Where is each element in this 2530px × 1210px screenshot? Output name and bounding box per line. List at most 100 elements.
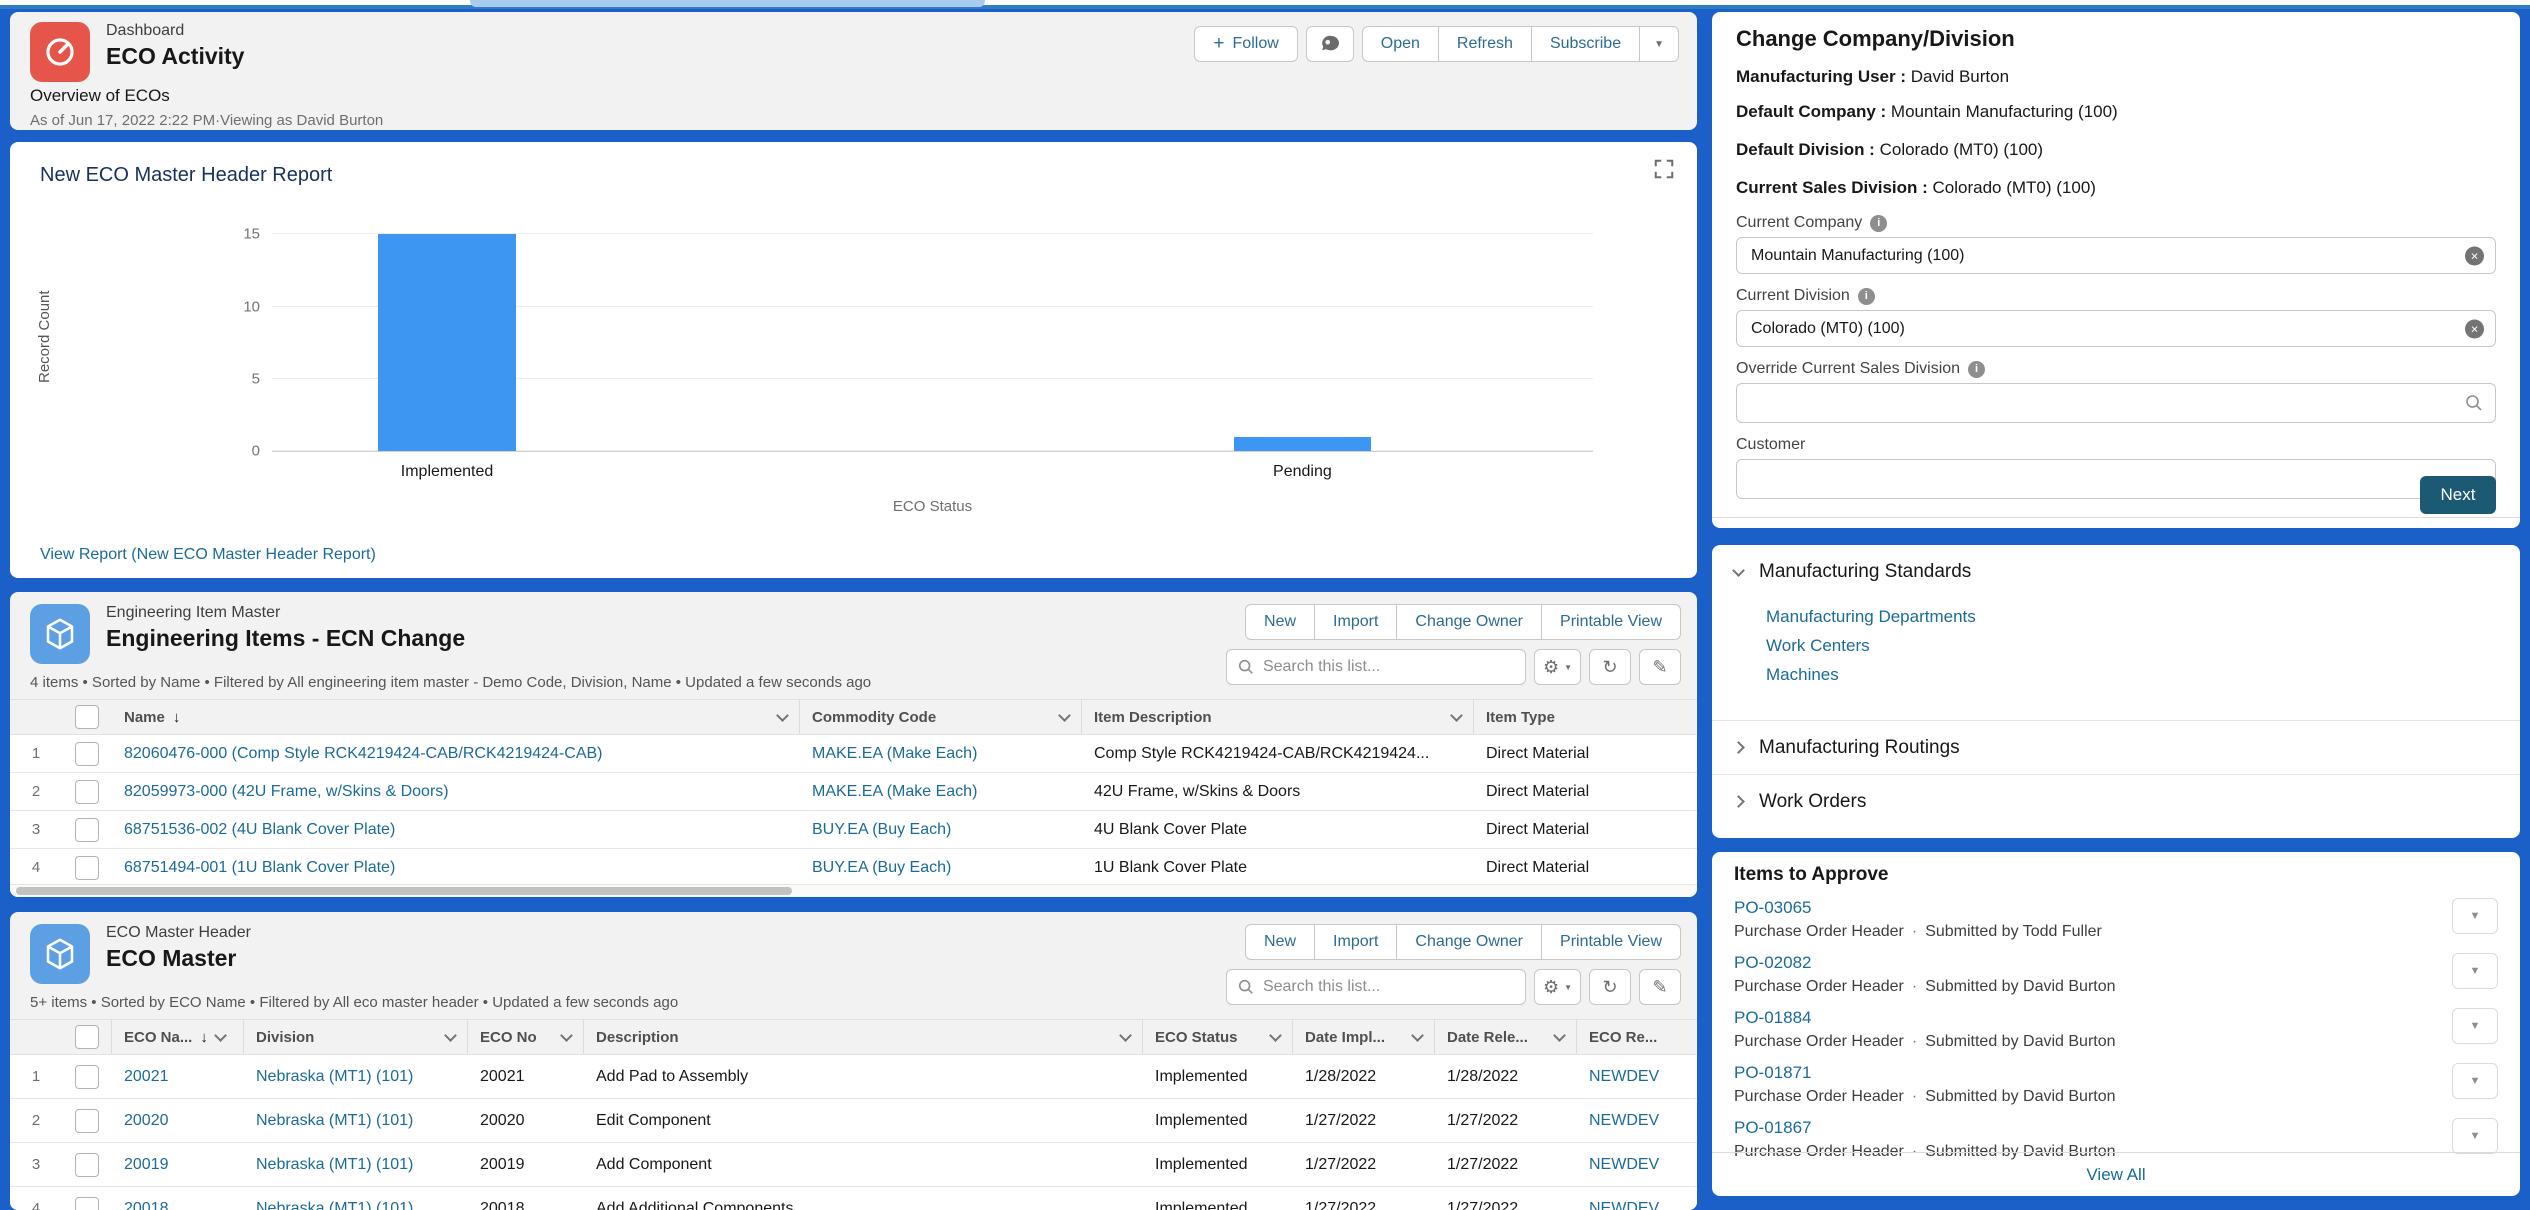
column-header-eco-status[interactable]: ECO Status (1143, 1020, 1293, 1054)
approval-record-link[interactable]: PO-01871 (1734, 1063, 1812, 1082)
column-header-eco-no[interactable]: ECO No (468, 1020, 584, 1054)
list-settings-button[interactable]: ⚙ ▼ (1534, 969, 1581, 1005)
current-division-field[interactable] (1736, 310, 2496, 347)
change-owner-button[interactable]: Change Owner (1397, 924, 1542, 960)
chevron-down-icon[interactable] (1058, 709, 1071, 722)
commodity-link[interactable]: MAKE.EA (Make Each) (812, 745, 977, 762)
commodity-link[interactable]: BUY.EA (Buy Each) (812, 859, 951, 876)
info-icon[interactable]: i (1858, 288, 1875, 305)
bar-implemented[interactable] (378, 234, 517, 451)
eco-reason-link[interactable]: NEWDEV (1589, 1068, 1659, 1085)
current-company-field[interactable] (1736, 237, 2496, 274)
eco-reason-link[interactable]: NEWDEV (1589, 1112, 1659, 1129)
row-checkbox[interactable] (75, 1153, 99, 1177)
column-header-item-type[interactable]: Item Type (1474, 700, 1697, 734)
record-link[interactable]: 20021 (124, 1068, 169, 1085)
column-header-date-implemented[interactable]: Date Impl... (1293, 1020, 1435, 1054)
follow-button[interactable]: +Follow (1194, 26, 1297, 62)
customer-field[interactable] (1736, 459, 2496, 499)
approval-actions-button[interactable]: ▼ (2452, 898, 2498, 934)
scrollbar-thumb[interactable] (16, 887, 792, 895)
chevron-down-icon[interactable] (1450, 709, 1463, 722)
row-checkbox[interactable] (75, 856, 99, 880)
printable-view-button[interactable]: Printable View (1542, 924, 1681, 960)
column-header-name[interactable]: Name ↓ (112, 700, 800, 734)
column-header-eco-re[interactable]: ECO Re... (1577, 1020, 1697, 1054)
override-sales-division-field[interactable] (1736, 383, 2496, 423)
open-button[interactable]: Open (1362, 26, 1439, 62)
list-edit-button[interactable]: ✎ (1639, 969, 1681, 1005)
eco-reason-link[interactable]: NEWDEV (1589, 1200, 1659, 1210)
chevron-down-icon[interactable] (776, 709, 789, 722)
select-all-checkbox[interactable] (75, 1025, 99, 1049)
record-link[interactable]: 82060476-000 (Comp Style RCK4219424-CAB/… (124, 745, 603, 762)
search-input[interactable] (1263, 978, 1515, 996)
printable-view-button[interactable]: Printable View (1542, 604, 1681, 640)
work-centers-link[interactable]: Work Centers (1766, 636, 2520, 656)
refresh-button[interactable]: Refresh (1439, 26, 1532, 62)
row-checkbox[interactable] (75, 1197, 99, 1210)
change-owner-button[interactable]: Change Owner (1397, 604, 1542, 640)
row-checkbox[interactable] (75, 742, 99, 766)
chevron-down-icon[interactable] (560, 1029, 573, 1042)
approval-actions-button[interactable]: ▼ (2452, 1008, 2498, 1044)
more-actions-button[interactable]: ▼ (1640, 26, 1679, 62)
clear-icon[interactable]: × (2465, 319, 2484, 338)
bar-pending[interactable] (1234, 437, 1371, 451)
manufacturing-departments-link[interactable]: Manufacturing Departments (1766, 607, 2520, 627)
record-link[interactable]: 68751494-001 (1U Blank Cover Plate) (124, 859, 395, 876)
new-button[interactable]: New (1245, 924, 1315, 960)
machines-link[interactable]: Machines (1766, 665, 2520, 685)
approval-record-link[interactable]: PO-02082 (1734, 953, 1812, 972)
row-checkbox[interactable] (75, 1109, 99, 1133)
commodity-link[interactable]: MAKE.EA (Make Each) (812, 783, 977, 800)
section-work-orders[interactable]: Work Orders (1712, 774, 2520, 828)
expand-chart-button[interactable] (1653, 158, 1675, 180)
section-manufacturing-standards[interactable]: Manufacturing Standards (1712, 545, 2520, 599)
chevron-down-icon[interactable] (1119, 1029, 1132, 1042)
list-refresh-button[interactable]: ↻ (1589, 649, 1631, 685)
subscribe-button[interactable]: Subscribe (1532, 26, 1640, 62)
chevron-down-icon[interactable] (214, 1029, 227, 1042)
list-refresh-button[interactable]: ↻ (1589, 969, 1631, 1005)
view-report-link[interactable]: View Report (New ECO Master Header Repor… (40, 546, 376, 564)
record-link[interactable]: 82059973-000 (42U Frame, w/Skins & Doors… (124, 783, 449, 800)
chevron-down-icon[interactable] (1269, 1029, 1282, 1042)
chevron-down-icon[interactable] (1553, 1029, 1566, 1042)
division-link[interactable]: Nebraska (MT1) (101) (256, 1156, 413, 1173)
import-button[interactable]: Import (1315, 924, 1397, 960)
feed-button[interactable] (1306, 26, 1354, 62)
section-manufacturing-routings[interactable]: Manufacturing Routings (1712, 720, 2520, 774)
record-link[interactable]: 20020 (124, 1112, 169, 1129)
approval-record-link[interactable]: PO-01884 (1734, 1008, 1812, 1027)
list-settings-button[interactable]: ⚙ ▼ (1534, 649, 1581, 685)
column-header-eco-name[interactable]: ECO Na... ↓ (112, 1020, 244, 1054)
info-icon[interactable]: i (1968, 361, 1985, 378)
row-checkbox[interactable] (75, 1065, 99, 1089)
division-link[interactable]: Nebraska (MT1) (101) (256, 1112, 413, 1129)
new-button[interactable]: New (1245, 604, 1315, 640)
commodity-link[interactable]: BUY.EA (Buy Each) (812, 821, 951, 838)
search-input[interactable] (1263, 658, 1515, 676)
approval-record-link[interactable]: PO-01867 (1734, 1118, 1812, 1137)
division-link[interactable]: Nebraska (MT1) (101) (256, 1068, 413, 1085)
record-link[interactable]: 20018 (124, 1200, 169, 1210)
division-link[interactable]: Nebraska (MT1) (101) (256, 1200, 413, 1210)
row-checkbox[interactable] (75, 818, 99, 842)
view-all-link[interactable]: View All (2086, 1165, 2145, 1185)
column-header-commodity-code[interactable]: Commodity Code (800, 700, 1082, 734)
info-icon[interactable]: i (1870, 215, 1887, 232)
clear-icon[interactable]: × (2465, 246, 2484, 265)
column-header-description[interactable]: Description (584, 1020, 1143, 1054)
record-link[interactable]: 20019 (124, 1156, 169, 1173)
next-button[interactable]: Next (2420, 476, 2496, 514)
list-edit-button[interactable]: ✎ (1639, 649, 1681, 685)
chevron-down-icon[interactable] (444, 1029, 457, 1042)
column-header-item-description[interactable]: Item Description (1082, 700, 1474, 734)
select-all-checkbox[interactable] (75, 705, 99, 729)
column-header-date-released[interactable]: Date Rele... (1435, 1020, 1577, 1054)
approval-actions-button[interactable]: ▼ (2452, 1118, 2498, 1154)
record-link[interactable]: 68751536-002 (4U Blank Cover Plate) (124, 821, 395, 838)
approval-actions-button[interactable]: ▼ (2452, 1063, 2498, 1099)
approval-record-link[interactable]: PO-03065 (1734, 898, 1812, 917)
